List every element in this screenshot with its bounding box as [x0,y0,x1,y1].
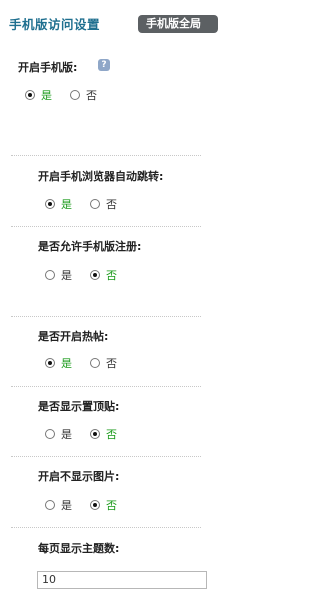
radio-yes[interactable] [45,429,55,439]
divider [11,316,201,317]
option-no-label: 否 [106,269,117,282]
radio-no[interactable] [90,429,100,439]
option-yes-label: 是 [61,428,72,441]
radio-no[interactable] [90,500,100,510]
radio-no[interactable] [90,199,100,209]
radio-no[interactable] [70,90,80,100]
help-icon[interactable]: ? [98,59,110,71]
radio-group-hot-threads: 是 否 [45,356,135,370]
option-yes-label: 是 [61,499,72,512]
radio-yes[interactable] [45,358,55,368]
option-no-label: 否 [106,499,117,512]
divider [11,527,201,528]
global-settings-tab[interactable]: 手机版全局 [138,15,218,33]
divider [11,456,201,457]
divider [11,226,201,227]
radio-group-hide-images: 是 否 [45,498,135,512]
radio-group-auto-redirect: 是 否 [45,197,135,211]
radio-yes[interactable] [45,270,55,280]
radio-yes[interactable] [45,500,55,510]
divider [11,155,201,156]
page-title: 手机版访问设置 [9,17,101,32]
option-no-label: 否 [106,198,117,211]
radio-yes[interactable] [45,199,55,209]
radio-group-enable-mobile: 是 否 [25,88,115,102]
radio-group-sticky-threads: 是 否 [45,427,135,441]
threads-per-page-input[interactable]: 10 [37,571,207,589]
option-no-label: 否 [106,428,117,441]
setting-label-threads-per-page: 每页显示主题数: [38,542,120,555]
divider [11,386,201,387]
setting-label-auto-redirect: 开启手机浏览器自动跳转: [38,170,164,183]
setting-label-hot-threads: 是否开启热帖: [38,330,109,343]
radio-no[interactable] [90,270,100,280]
setting-label-sticky-threads: 是否显示置顶贴: [38,400,120,413]
radio-group-allow-register: 是 否 [45,268,135,282]
option-yes-label: 是 [61,357,72,370]
setting-label-allow-register: 是否允许手机版注册: [38,240,142,253]
setting-label-enable-mobile: 开启手机版: [18,61,78,74]
option-yes-label: 是 [41,89,52,102]
radio-yes[interactable] [25,90,35,100]
option-yes-label: 是 [61,198,72,211]
setting-label-hide-images: 开启不显示图片: [38,470,120,483]
option-no-label: 否 [106,357,117,370]
radio-no[interactable] [90,358,100,368]
option-no-label: 否 [86,89,97,102]
option-yes-label: 是 [61,269,72,282]
